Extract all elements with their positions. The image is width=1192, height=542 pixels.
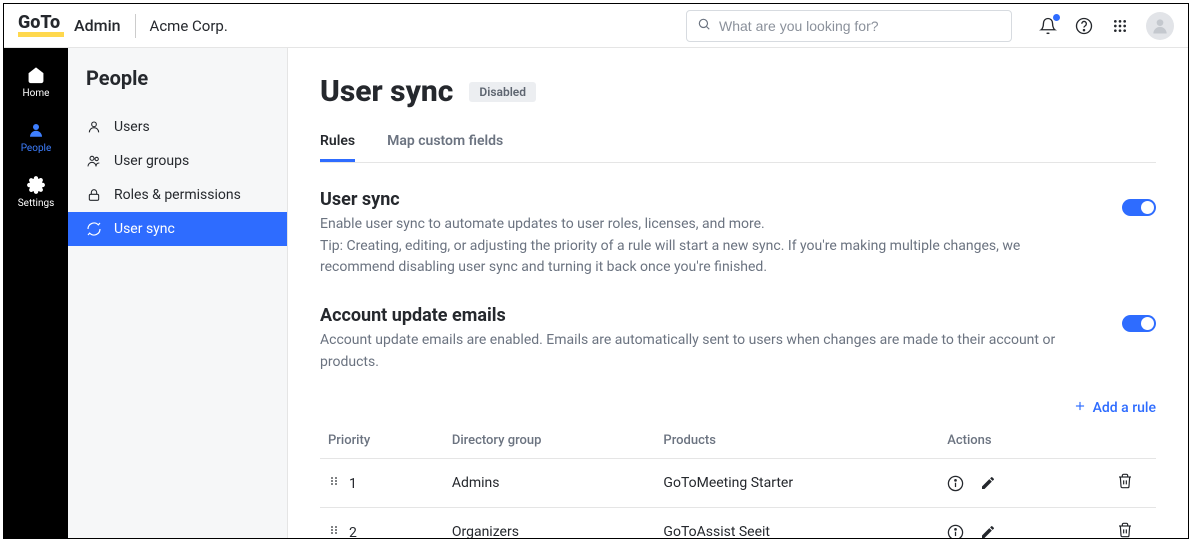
secnav-item-groups[interactable]: User groups: [68, 144, 287, 178]
plus-icon: [1073, 399, 1087, 417]
info-icon[interactable]: [947, 524, 964, 538]
products-cell: GoToAssist Seeit: [655, 508, 939, 538]
secnav-label-roles: Roles & permissions: [114, 187, 241, 203]
secnav-label-user-sync: User sync: [114, 221, 175, 237]
add-rule-label: Add a rule: [1093, 400, 1156, 416]
goto-logo: GoTo: [18, 14, 64, 37]
left-rail: Home People Settings: [4, 48, 68, 538]
th-actions: Actions: [939, 423, 1094, 459]
products-cell: GoToMeeting Starter: [655, 459, 939, 508]
user-sync-desc: Enable user sync to automate updates to …: [320, 216, 765, 232]
notification-dot: [1053, 14, 1060, 21]
section-user-sync: User sync Enable user sync to automate u…: [320, 189, 1156, 279]
logo-underline: [18, 32, 64, 37]
logo-text: GoTo: [18, 14, 64, 32]
apps-icon[interactable]: [1110, 16, 1130, 36]
table-row: 1 AdminsGoToMeeting Starter: [320, 459, 1156, 508]
th-priority: Priority: [320, 423, 444, 459]
search-input[interactable]: [719, 18, 1001, 34]
th-directory-group: Directory group: [444, 423, 656, 459]
drag-handle-icon[interactable]: [328, 523, 342, 537]
directory-group-cell: Organizers: [444, 508, 656, 538]
user-sync-title: User sync: [320, 189, 1092, 210]
secondary-nav: People Users User groups Roles & permiss…: [68, 48, 288, 538]
info-icon[interactable]: [947, 475, 964, 492]
admin-label: Admin: [74, 16, 121, 35]
rules-table: Priority Directory group Products Action…: [320, 423, 1156, 538]
logo-block: GoTo Admin: [18, 14, 121, 37]
emails-desc: Account update emails are enabled. Email…: [320, 330, 1092, 373]
main-content: User sync Disabled Rules Map custom fiel…: [288, 48, 1188, 538]
rail-label-home: Home: [23, 88, 50, 99]
status-badge: Disabled: [469, 82, 536, 102]
tabs: Rules Map custom fields: [320, 133, 1156, 163]
rail-item-home[interactable]: Home: [23, 66, 50, 99]
secnav-item-users[interactable]: Users: [68, 110, 287, 144]
search-icon: [697, 16, 711, 35]
notifications-icon[interactable]: [1038, 16, 1058, 36]
secnav-item-roles[interactable]: Roles & permissions: [68, 178, 287, 212]
edit-icon[interactable]: [980, 524, 996, 538]
table-row: 2 OrganizersGoToAssist Seeit: [320, 508, 1156, 538]
directory-group-cell: Admins: [444, 459, 656, 508]
add-rule-button[interactable]: Add a rule: [1073, 399, 1156, 417]
th-products: Products: [655, 423, 939, 459]
tab-map-custom-fields[interactable]: Map custom fields: [387, 133, 503, 162]
rail-item-people[interactable]: People: [21, 121, 52, 154]
divider: [135, 14, 136, 38]
secnav-label-users: Users: [114, 119, 150, 135]
secnav-title: People: [68, 66, 287, 110]
rail-label-people: People: [21, 143, 52, 154]
trash-icon[interactable]: [1117, 473, 1133, 489]
trash-icon[interactable]: [1117, 522, 1133, 538]
edit-icon[interactable]: [980, 475, 996, 491]
secnav-item-user-sync[interactable]: User sync: [68, 212, 287, 246]
rail-label-settings: Settings: [18, 198, 55, 209]
secnav-label-groups: User groups: [114, 153, 189, 169]
help-icon[interactable]: [1074, 16, 1094, 36]
section-emails: Account update emails Account update ema…: [320, 305, 1156, 373]
topbar: GoTo Admin Acme Corp.: [4, 4, 1188, 48]
emails-title: Account update emails: [320, 305, 1092, 326]
user-sync-tip: Tip: Creating, editing, or adjusting the…: [320, 238, 1020, 276]
rail-item-settings[interactable]: Settings: [18, 176, 55, 209]
avatar[interactable]: [1146, 12, 1174, 40]
org-name: Acme Corp.: [150, 17, 228, 35]
priority-value: 2: [349, 525, 357, 538]
priority-value: 1: [349, 476, 357, 492]
emails-toggle[interactable]: [1122, 315, 1156, 332]
th-trash: [1094, 423, 1156, 459]
user-sync-toggle[interactable]: [1122, 199, 1156, 216]
drag-handle-icon[interactable]: [328, 474, 342, 488]
page-title: User sync: [320, 74, 453, 109]
tab-rules[interactable]: Rules: [320, 133, 355, 162]
search-box[interactable]: [686, 10, 1012, 42]
